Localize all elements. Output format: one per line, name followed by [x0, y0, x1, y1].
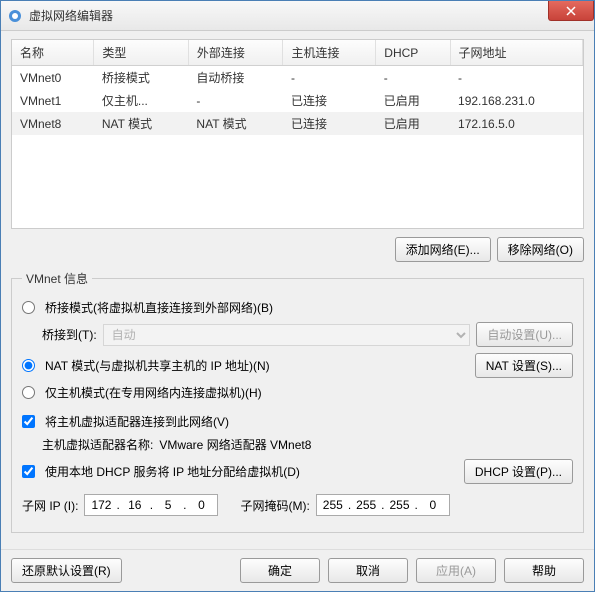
table-cell: 自动桥接 — [188, 66, 283, 90]
subnet-mask-octet-3[interactable] — [386, 498, 414, 512]
host-adapter-name-value: VMware 网络适配器 VMnet8 — [159, 436, 311, 453]
host-adapter-checkbox[interactable] — [22, 415, 35, 428]
subnet-mask-label: 子网掩码(M): — [240, 497, 309, 514]
nat-mode-radio[interactable] — [22, 359, 35, 372]
network-table: 名称类型外部连接主机连接DHCP子网地址 VMnet0桥接模式自动桥接---VM… — [11, 39, 584, 229]
table-cell: 仅主机... — [94, 89, 189, 112]
help-button[interactable]: 帮助 — [504, 558, 584, 583]
host-adapter-name-label: 主机虚拟适配器名称: — [42, 436, 153, 453]
table-cell: - — [188, 89, 283, 112]
table-cell: - — [450, 66, 582, 90]
column-header[interactable]: 子网地址 — [450, 40, 582, 66]
dhcp-label: 使用本地 DHCP 服务将 IP 地址分配给虚拟机(D) — [45, 463, 458, 480]
footer: 还原默认设置(R) 确定 取消 应用(A) 帮助 — [1, 549, 594, 591]
titlebar: 虚拟网络编辑器 — [1, 1, 594, 31]
table-cell: VMnet1 — [12, 89, 94, 112]
column-header[interactable]: 名称 — [12, 40, 94, 66]
subnet-ip-octet-4[interactable] — [187, 498, 215, 512]
table-row[interactable]: VMnet8NAT 模式NAT 模式已连接已启用172.16.5.0 — [12, 112, 583, 135]
table-cell: NAT 模式 — [94, 112, 189, 135]
content: 名称类型外部连接主机连接DHCP子网地址 VMnet0桥接模式自动桥接---VM… — [1, 31, 594, 549]
subnet-mask-octet-4[interactable] — [419, 498, 447, 512]
host-adapter-label: 将主机虚拟适配器连接到此网络(V) — [45, 413, 229, 430]
table-cell: 已连接 — [283, 89, 376, 112]
nat-settings-button[interactable]: NAT 设置(S)... — [475, 353, 573, 378]
table-row[interactable]: VMnet0桥接模式自动桥接--- — [12, 66, 583, 90]
window-title: 虚拟网络编辑器 — [29, 7, 588, 24]
table-row[interactable]: VMnet1仅主机...-已连接已启用192.168.231.0 — [12, 89, 583, 112]
subnet-ip-octet-1[interactable] — [87, 498, 115, 512]
subnet-mask-octet-2[interactable] — [352, 498, 380, 512]
restore-defaults-button[interactable]: 还原默认设置(R) — [11, 558, 122, 583]
hostonly-mode-radio[interactable] — [22, 386, 35, 399]
column-header[interactable]: 主机连接 — [283, 40, 376, 66]
remove-network-button[interactable]: 移除网络(O) — [497, 237, 584, 262]
dhcp-settings-button[interactable]: DHCP 设置(P)... — [464, 459, 573, 484]
dhcp-checkbox[interactable] — [22, 465, 35, 478]
table-cell: 已启用 — [376, 112, 450, 135]
table-cell: 已启用 — [376, 89, 450, 112]
table-cell: 已连接 — [283, 112, 376, 135]
table-cell: VMnet0 — [12, 66, 94, 90]
table-cell: 172.16.5.0 — [450, 112, 582, 135]
table-cell: 192.168.231.0 — [450, 89, 582, 112]
bridge-mode-radio[interactable] — [22, 301, 35, 314]
bridge-to-label: 桥接到(T): — [42, 326, 97, 343]
subnet-ip-field[interactable]: . . . — [84, 494, 218, 516]
table-cell: VMnet8 — [12, 112, 94, 135]
vmnet-info-group: VMnet 信息 桥接模式(将虚拟机直接连接到外部网络)(B) 桥接到(T): … — [11, 270, 584, 533]
bridge-mode-label: 桥接模式(将虚拟机直接连接到外部网络)(B) — [45, 299, 273, 316]
subnet-ip-octet-3[interactable] — [154, 498, 182, 512]
auto-settings-button[interactable]: 自动设置(U)... — [476, 322, 573, 347]
close-button[interactable] — [548, 1, 594, 21]
table-cell: 桥接模式 — [94, 66, 189, 90]
add-network-button[interactable]: 添加网络(E)... — [395, 237, 491, 262]
cancel-button[interactable]: 取消 — [328, 558, 408, 583]
vmnet-info-legend: VMnet 信息 — [22, 270, 92, 287]
close-icon — [566, 6, 576, 16]
column-header[interactable]: 外部连接 — [188, 40, 283, 66]
table-cell: - — [283, 66, 376, 90]
table-cell: NAT 模式 — [188, 112, 283, 135]
apply-button[interactable]: 应用(A) — [416, 558, 496, 583]
subnet-mask-field[interactable]: . . . — [316, 494, 450, 516]
nat-mode-label: NAT 模式(与虚拟机共享主机的 IP 地址)(N) — [45, 357, 469, 374]
column-header[interactable]: DHCP — [376, 40, 450, 66]
table-cell: - — [376, 66, 450, 90]
subnet-mask-octet-1[interactable] — [319, 498, 347, 512]
hostonly-mode-label: 仅主机模式(在专用网络内连接虚拟机)(H) — [45, 384, 262, 401]
column-header[interactable]: 类型 — [94, 40, 189, 66]
subnet-ip-label: 子网 IP (I): — [22, 497, 78, 514]
window: 虚拟网络编辑器 名称类型外部连接主机连接DHCP子网地址 VMnet0桥接模式自… — [0, 0, 595, 592]
bridge-to-select[interactable]: 自动 — [103, 324, 471, 346]
ok-button[interactable]: 确定 — [240, 558, 320, 583]
app-icon — [7, 8, 23, 24]
subnet-ip-octet-2[interactable] — [121, 498, 149, 512]
